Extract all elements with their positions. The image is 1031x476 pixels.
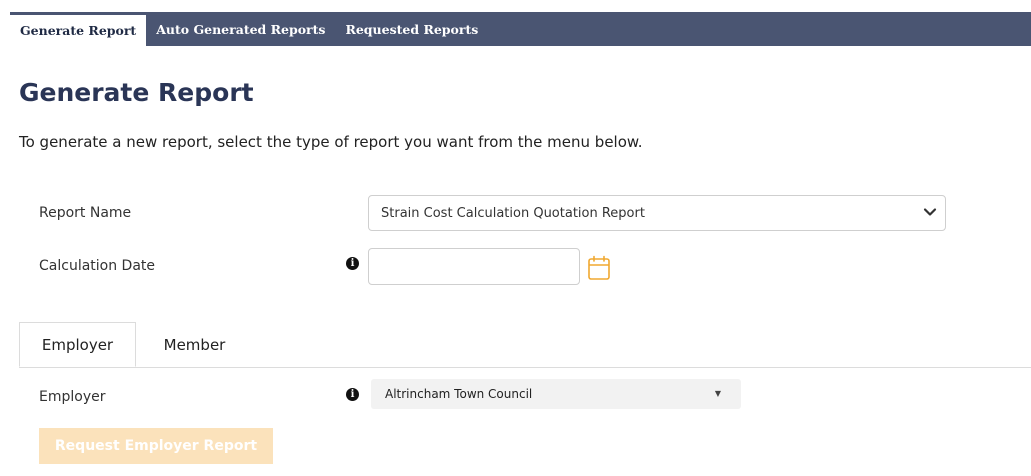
tab-requested-reports[interactable]: Requested Reports — [335, 12, 488, 46]
employer-value: Altrincham Town Council — [385, 387, 533, 401]
calculation-date-label: Calculation Date — [39, 258, 156, 274]
report-subtabs: Employer Member — [19, 322, 1031, 368]
employer-select[interactable]: Altrincham Town Council ▼ — [371, 379, 741, 409]
subtab-employer[interactable]: Employer — [19, 322, 136, 367]
report-name-value: Strain Cost Calculation Quotation Report — [381, 205, 645, 221]
caret-down-icon: ▼ — [714, 389, 721, 398]
top-tab-bar: Generate Report Auto Generated Reports R… — [10, 12, 1031, 46]
tab-auto-generated-reports[interactable]: Auto Generated Reports — [146, 12, 335, 46]
page-title: Generate Report — [19, 78, 254, 107]
request-employer-report-button[interactable]: Request Employer Report — [39, 428, 273, 464]
tab-generate-report[interactable]: Generate Report — [10, 12, 147, 46]
info-icon[interactable]: i — [346, 257, 359, 270]
info-icon[interactable]: i — [346, 388, 359, 401]
employer-label: Employer — [39, 389, 106, 405]
intro-text: To generate a new report, select the typ… — [19, 133, 643, 151]
chevron-down-icon — [923, 208, 937, 216]
subtab-member[interactable]: Member — [136, 322, 253, 367]
calendar-icon[interactable] — [587, 255, 611, 281]
calculation-date-input[interactable] — [368, 248, 580, 285]
report-name-label: Report Name — [39, 205, 132, 221]
report-name-select[interactable]: Strain Cost Calculation Quotation Report — [368, 195, 946, 231]
